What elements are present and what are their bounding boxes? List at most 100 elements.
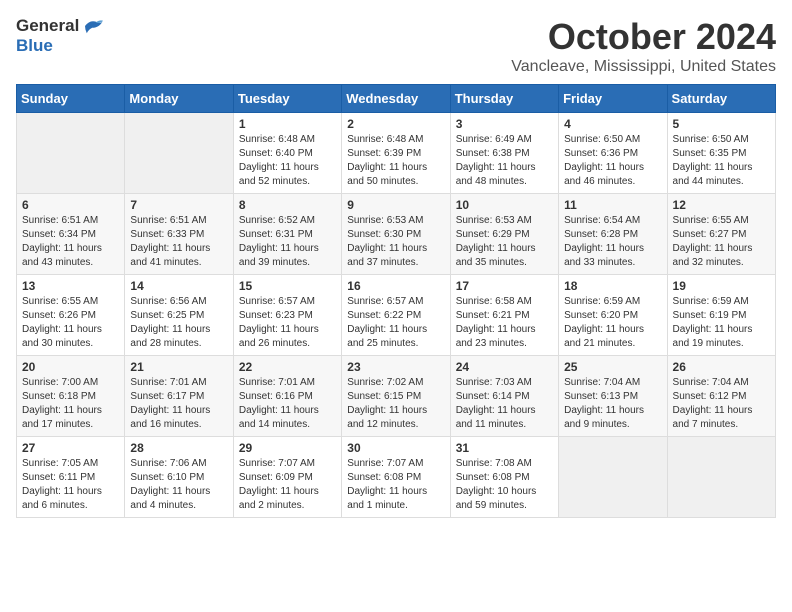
calendar-cell: 7 Sunrise: 6:51 AMSunset: 6:33 PMDaylight… [125, 194, 233, 275]
calendar-cell: 28Sunrise: 7:06 AMSunset: 6:10 PMDayligh… [125, 437, 233, 518]
day-number: 18 [564, 279, 661, 293]
calendar-cell: 27 Sunrise: 7:05 AMSunset: 6:11 PMDayligh… [17, 437, 125, 518]
day-number: 2 [347, 117, 444, 131]
weekday-header-thursday: Thursday [450, 85, 558, 113]
weekday-header-wednesday: Wednesday [342, 85, 450, 113]
day-detail: Sunrise: 6:50 AMSunset: 6:35 PMDaylight:… [673, 133, 770, 189]
calendar-title: October 2024 [511, 16, 776, 58]
calendar-table: SundayMondayTuesdayWednesdayThursdayFrid… [16, 84, 776, 518]
day-detail: Sunrise: 6:59 AMSunset: 6:19 PMDaylight:… [673, 295, 770, 351]
calendar-cell: 30 Sunrise: 7:07 AMSunset: 6:08 PMDayligh… [342, 437, 450, 518]
day-number: 30 [347, 441, 444, 455]
day-number: 11 [564, 198, 661, 212]
calendar-cell: 16 Sunrise: 6:57 AMSunset: 6:22 PMDayligh… [342, 275, 450, 356]
day-detail: Sunrise: 7:04 AMSunset: 6:12 PMDaylight:… [673, 376, 770, 432]
logo: General Blue [16, 16, 105, 56]
day-number: 5 [673, 117, 770, 131]
day-number: 14 [130, 279, 227, 293]
calendar-location: Vancleave, Mississippi, United States [511, 58, 776, 76]
day-detail: Sunrise: 7:07 AMSunset: 6:08 PMDaylight:… [347, 457, 444, 513]
day-detail: Sunrise: 6:56 AMSunset: 6:25 PMDaylight:… [130, 295, 227, 351]
day-number: 29 [239, 441, 336, 455]
day-number: 12 [673, 198, 770, 212]
calendar-cell: 10 Sunrise: 6:53 AMSunset: 6:29 PMDayligh… [450, 194, 558, 275]
calendar-cell: 18 Sunrise: 6:59 AMSunset: 6:20 PMDayligh… [559, 275, 667, 356]
day-detail: Sunrise: 6:57 AMSunset: 6:22 PMDaylight:… [347, 295, 444, 351]
calendar-cell: 8 Sunrise: 6:52 AMSunset: 6:31 PMDaylight… [233, 194, 341, 275]
day-number: 26 [673, 360, 770, 374]
calendar-cell: 19 Sunrise: 6:59 AMSunset: 6:19 PMDayligh… [667, 275, 775, 356]
calendar-cell: 29Sunrise: 7:07 AMSunset: 6:09 PMDayligh… [233, 437, 341, 518]
day-number: 10 [456, 198, 553, 212]
logo-general-text: General [16, 16, 79, 36]
calendar-cell: 4Sunrise: 6:50 AMSunset: 6:36 PMDaylight… [559, 113, 667, 194]
day-detail: Sunrise: 6:53 AMSunset: 6:29 PMDaylight:… [456, 214, 553, 270]
day-detail: Sunrise: 6:48 AMSunset: 6:40 PMDaylight:… [239, 133, 336, 189]
calendar-cell [667, 437, 775, 518]
day-number: 24 [456, 360, 553, 374]
calendar-cell: 6 Sunrise: 6:51 AMSunset: 6:34 PMDaylight… [17, 194, 125, 275]
day-detail: Sunrise: 7:05 AMSunset: 6:11 PMDaylight:… [22, 457, 119, 513]
calendar-cell: 1 Sunrise: 6:48 AMSunset: 6:40 PMDaylight… [233, 113, 341, 194]
calendar-week-row: 6 Sunrise: 6:51 AMSunset: 6:34 PMDaylight… [17, 194, 776, 275]
day-number: 13 [22, 279, 119, 293]
day-detail: Sunrise: 6:54 AMSunset: 6:28 PMDaylight:… [564, 214, 661, 270]
day-detail: Sunrise: 6:59 AMSunset: 6:20 PMDaylight:… [564, 295, 661, 351]
calendar-cell: 22 Sunrise: 7:01 AMSunset: 6:16 PMDayligh… [233, 356, 341, 437]
day-number: 16 [347, 279, 444, 293]
weekday-header-tuesday: Tuesday [233, 85, 341, 113]
day-detail: Sunrise: 7:00 AMSunset: 6:18 PMDaylight:… [22, 376, 119, 432]
calendar-cell: 14 Sunrise: 6:56 AMSunset: 6:25 PMDayligh… [125, 275, 233, 356]
calendar-cell: 15 Sunrise: 6:57 AMSunset: 6:23 PMDayligh… [233, 275, 341, 356]
calendar-cell: 3 Sunrise: 6:49 AMSunset: 6:38 PMDaylight… [450, 113, 558, 194]
day-number: 7 [130, 198, 227, 212]
day-detail: Sunrise: 7:08 AMSunset: 6:08 PMDaylight:… [456, 457, 553, 513]
day-detail: Sunrise: 6:51 AMSunset: 6:34 PMDaylight:… [22, 214, 119, 270]
calendar-cell: 20Sunrise: 7:00 AMSunset: 6:18 PMDayligh… [17, 356, 125, 437]
day-detail: Sunrise: 7:01 AMSunset: 6:16 PMDaylight:… [239, 376, 336, 432]
calendar-cell: 11 Sunrise: 6:54 AMSunset: 6:28 PMDayligh… [559, 194, 667, 275]
day-detail: Sunrise: 7:03 AMSunset: 6:14 PMDaylight:… [456, 376, 553, 432]
day-number: 8 [239, 198, 336, 212]
day-number: 15 [239, 279, 336, 293]
day-detail: Sunrise: 7:04 AMSunset: 6:13 PMDaylight:… [564, 376, 661, 432]
day-number: 25 [564, 360, 661, 374]
calendar-week-row: 27 Sunrise: 7:05 AMSunset: 6:11 PMDayligh… [17, 437, 776, 518]
calendar-week-row: 1 Sunrise: 6:48 AMSunset: 6:40 PMDaylight… [17, 113, 776, 194]
calendar-cell: 26 Sunrise: 7:04 AMSunset: 6:12 PMDayligh… [667, 356, 775, 437]
logo-bird-icon [83, 17, 105, 35]
day-detail: Sunrise: 7:02 AMSunset: 6:15 PMDaylight:… [347, 376, 444, 432]
day-number: 1 [239, 117, 336, 131]
day-number: 19 [673, 279, 770, 293]
calendar-cell [559, 437, 667, 518]
page-header: General Blue October 2024 Vancleave, Mis… [16, 16, 776, 76]
logo-block: General Blue [16, 16, 105, 56]
day-number: 3 [456, 117, 553, 131]
day-number: 28 [130, 441, 227, 455]
calendar-cell: 17Sunrise: 6:58 AMSunset: 6:21 PMDayligh… [450, 275, 558, 356]
day-number: 6 [22, 198, 119, 212]
day-number: 4 [564, 117, 661, 131]
calendar-cell: 2 Sunrise: 6:48 AMSunset: 6:39 PMDaylight… [342, 113, 450, 194]
weekday-header-monday: Monday [125, 85, 233, 113]
title-block: October 2024 Vancleave, Mississippi, Uni… [511, 16, 776, 76]
calendar-week-row: 20Sunrise: 7:00 AMSunset: 6:18 PMDayligh… [17, 356, 776, 437]
day-number: 9 [347, 198, 444, 212]
weekday-header-saturday: Saturday [667, 85, 775, 113]
day-number: 23 [347, 360, 444, 374]
day-detail: Sunrise: 6:48 AMSunset: 6:39 PMDaylight:… [347, 133, 444, 189]
calendar-cell: 24 Sunrise: 7:03 AMSunset: 6:14 PMDayligh… [450, 356, 558, 437]
day-number: 17 [456, 279, 553, 293]
day-number: 27 [22, 441, 119, 455]
day-detail: Sunrise: 6:51 AMSunset: 6:33 PMDaylight:… [130, 214, 227, 270]
weekday-header-friday: Friday [559, 85, 667, 113]
day-detail: Sunrise: 6:52 AMSunset: 6:31 PMDaylight:… [239, 214, 336, 270]
calendar-week-row: 13Sunrise: 6:55 AMSunset: 6:26 PMDayligh… [17, 275, 776, 356]
day-detail: Sunrise: 6:55 AMSunset: 6:27 PMDaylight:… [673, 214, 770, 270]
day-number: 22 [239, 360, 336, 374]
day-detail: Sunrise: 6:49 AMSunset: 6:38 PMDaylight:… [456, 133, 553, 189]
day-number: 21 [130, 360, 227, 374]
calendar-cell: 21Sunrise: 7:01 AMSunset: 6:17 PMDayligh… [125, 356, 233, 437]
day-detail: Sunrise: 6:57 AMSunset: 6:23 PMDaylight:… [239, 295, 336, 351]
calendar-cell: 23 Sunrise: 7:02 AMSunset: 6:15 PMDayligh… [342, 356, 450, 437]
